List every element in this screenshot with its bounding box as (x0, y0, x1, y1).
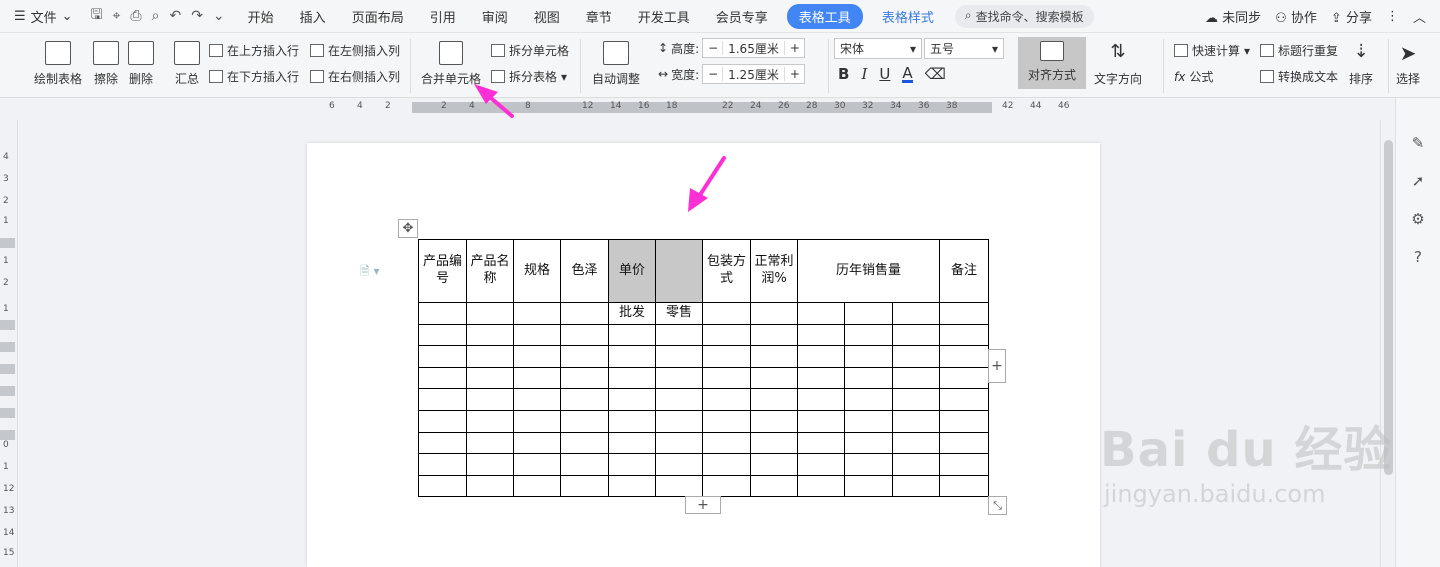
arrow-to-table (688, 156, 726, 212)
watermark: Bai du 经验 jingyan.baidu.com (1100, 410, 1392, 508)
pointer-icon[interactable]: ➚ (1412, 172, 1425, 190)
watermark-brand: Bai du 经验 (1100, 422, 1393, 478)
watermark-url: jingyan.baidu.com (1104, 480, 1326, 508)
edit-icon[interactable]: ✎ (1412, 134, 1425, 152)
right-side-panel: ✎ ➚ ⚙ ? (1395, 98, 1440, 567)
settings-sliders-icon[interactable]: ⚙ (1411, 210, 1424, 228)
help-icon[interactable]: ? (1414, 248, 1422, 266)
arrow-to-merge-button (474, 84, 514, 118)
